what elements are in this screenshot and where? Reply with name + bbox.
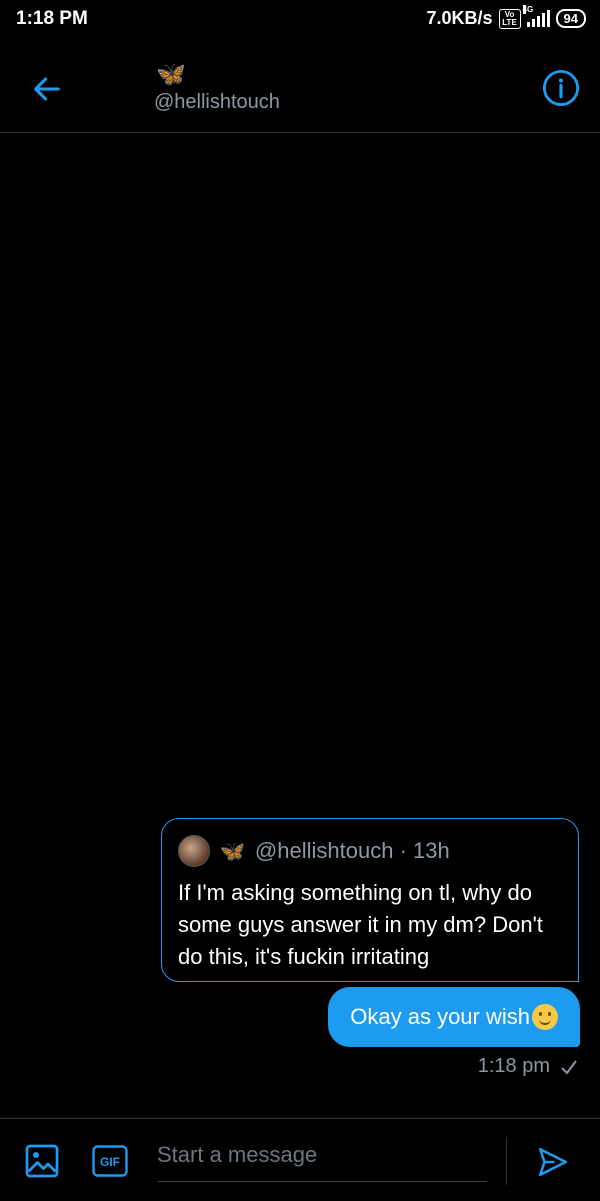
network-speed: 7.0KB/s (426, 8, 493, 28)
gif-label: GIF (100, 1155, 120, 1169)
network-type: 4G (522, 4, 534, 14)
quoted-tweet-meta: 🦋 @hellishtouch · 13h (178, 835, 450, 867)
sent-message-bubble[interactable]: Okay as your wish (328, 987, 580, 1047)
message-input[interactable]: Start a message (157, 1137, 487, 1182)
composer-divider (506, 1137, 507, 1185)
quoted-tweet-text: If I'm asking something on tl, why do so… (178, 880, 543, 969)
battery-icon: 94 (555, 9, 586, 28)
status-bar: 1:18 PM 7.0KB/s Vo LTE 4G 94 (0, 0, 600, 40)
status-time: 1:18 PM (16, 8, 88, 29)
avatar (178, 835, 210, 867)
quoted-tweet-time: · 13h (399, 838, 450, 863)
gif-icon[interactable]: GIF (92, 1145, 128, 1177)
message-text: Okay as your wish (350, 1004, 530, 1029)
message-composer: GIF Start a message (0, 1118, 600, 1201)
send-icon[interactable] (534, 1145, 572, 1179)
signal-icon: 4G (522, 4, 550, 27)
quoted-tweet-handle: @hellishtouch · 13h (254, 838, 450, 863)
timestamp-text: 1:18 pm (477, 1055, 550, 1077)
conversation-title[interactable]: 🦋 @hellishtouch (154, 60, 280, 114)
quoted-tweet-card[interactable]: 🦋 @hellishtouch · 13h If I'm asking some… (161, 818, 579, 982)
conversation-header: 🦋 @hellishtouch (0, 40, 600, 133)
back-arrow-icon[interactable] (30, 72, 64, 106)
butterfly-emoji: 🦋 (156, 61, 186, 88)
volte-icon: Vo LTE (498, 8, 521, 29)
image-icon[interactable] (24, 1143, 60, 1179)
check-icon (561, 1059, 577, 1075)
status-right: 7.0KB/s Vo LTE 4G 94 (426, 4, 586, 29)
message-timestamp: 1:18 pm (478, 1055, 578, 1078)
butterfly-emoji: 🦋 (220, 840, 245, 863)
smiley-emoji (532, 1004, 558, 1030)
info-icon[interactable] (542, 69, 580, 107)
conversation-handle: @hellishtouch (154, 91, 280, 113)
